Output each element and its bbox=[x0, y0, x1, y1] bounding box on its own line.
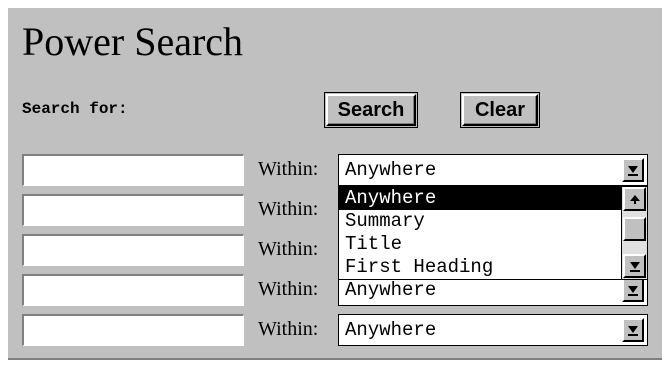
dropdown-scrollbar[interactable] bbox=[621, 187, 647, 279]
arrow-down-bar-icon[interactable] bbox=[622, 278, 644, 302]
search-term-input-2[interactable] bbox=[22, 194, 244, 226]
search-button-frame: Search bbox=[324, 92, 418, 128]
within-label-3: Within: bbox=[258, 238, 319, 260]
dropdown-option-summary[interactable]: Summary bbox=[339, 210, 621, 233]
dropdown-option-title[interactable]: Title bbox=[339, 233, 621, 256]
search-button[interactable]: Search bbox=[326, 94, 416, 126]
scope-select-1[interactable]: Anywhere bbox=[338, 154, 648, 186]
scope-select-value-5: Anywhere bbox=[345, 319, 437, 341]
within-label-5: Within: bbox=[258, 318, 319, 340]
within-label-1: Within: bbox=[258, 158, 319, 180]
clear-button[interactable]: Clear bbox=[462, 94, 538, 126]
search-for-label: Search for: bbox=[22, 100, 128, 118]
within-label-4: Within: bbox=[258, 278, 319, 300]
scope-dropdown-list[interactable]: Anywhere Summary Title First Heading bbox=[338, 186, 648, 280]
arrow-down-bar-icon[interactable] bbox=[623, 254, 646, 278]
arrow-down-bar-icon[interactable] bbox=[622, 318, 644, 342]
arrow-up-icon[interactable] bbox=[623, 187, 646, 211]
search-term-input-4[interactable] bbox=[22, 274, 244, 306]
scope-select-value-1: Anywhere bbox=[345, 159, 437, 181]
arrow-down-bar-icon[interactable] bbox=[622, 158, 644, 182]
search-term-input-3[interactable] bbox=[22, 234, 244, 266]
bottom-divider bbox=[8, 358, 662, 361]
within-label-2: Within: bbox=[258, 198, 319, 220]
search-term-input-1[interactable] bbox=[22, 154, 244, 186]
scope-select-value-4: Anywhere bbox=[345, 279, 437, 301]
scope-select-5[interactable]: Anywhere bbox=[338, 314, 648, 346]
dropdown-option-anywhere[interactable]: Anywhere bbox=[339, 187, 621, 210]
page-title: Power Search bbox=[22, 19, 244, 64]
dropdown-option-first-heading[interactable]: First Heading bbox=[339, 256, 621, 279]
power-search-panel: Power Search Search for: Search Clear Wi… bbox=[8, 8, 662, 360]
clear-button-frame: Clear bbox=[460, 92, 540, 128]
search-term-input-5[interactable] bbox=[22, 314, 244, 346]
scrollbar-thumb[interactable] bbox=[623, 217, 646, 241]
